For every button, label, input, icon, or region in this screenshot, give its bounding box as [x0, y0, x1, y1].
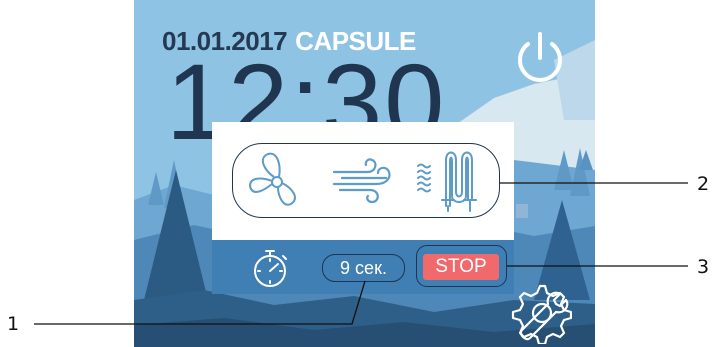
fan-icon[interactable] [244, 148, 314, 214]
timer-duration-field[interactable]: 9 сек. [322, 254, 405, 282]
stop-button[interactable]: STOP [423, 254, 499, 280]
heating-element-icon[interactable] [414, 148, 484, 214]
wind-icon[interactable] [328, 148, 398, 214]
callout-label-3: 3 [697, 256, 710, 278]
settings-gear-wrench-icon[interactable] [508, 282, 573, 346]
device-screen: 01.01.2017 CAPSULE 12:30 9 сек. STOP [134, 0, 595, 347]
callout-label-1: 1 [7, 313, 20, 335]
stopwatch-icon [250, 247, 290, 289]
power-icon[interactable] [514, 30, 566, 86]
callout-label-2: 2 [697, 173, 710, 195]
